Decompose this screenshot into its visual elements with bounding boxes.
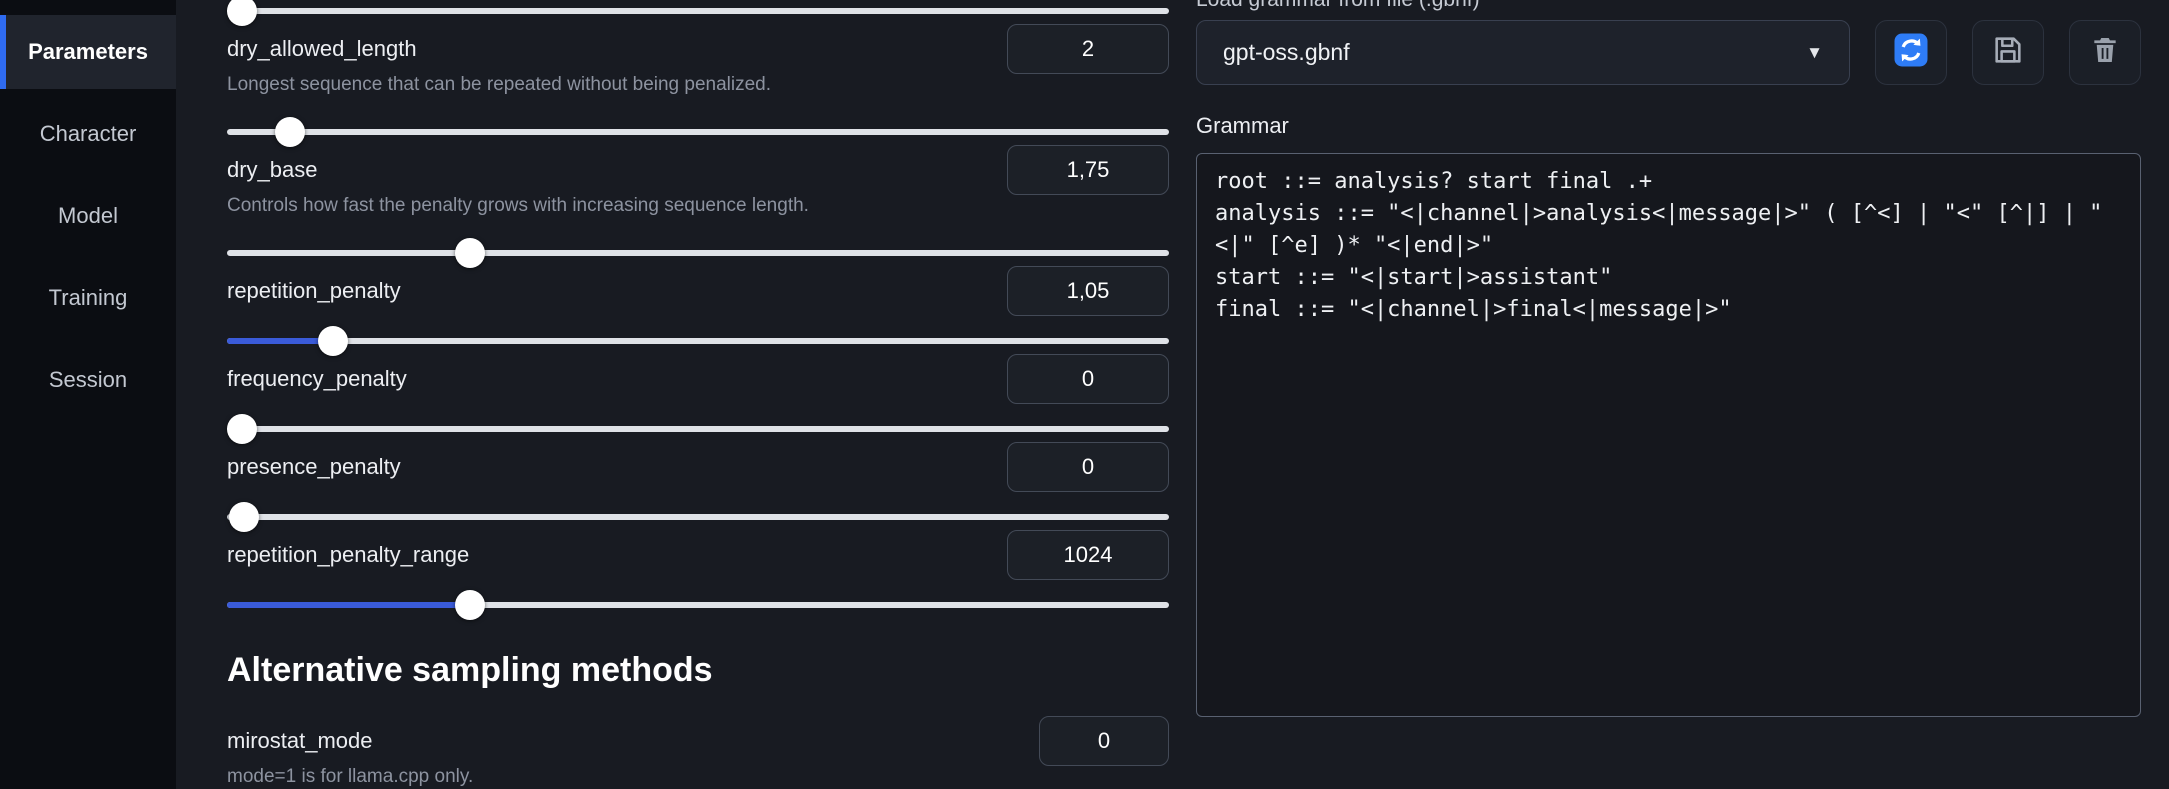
- param-label: frequency_penalty: [227, 366, 407, 392]
- param-label: repetition_penalty_range: [227, 542, 469, 568]
- sidebar-item-label: Session: [49, 367, 127, 393]
- param-presence-penalty: presence_penalty: [227, 442, 1169, 532]
- presence-penalty-input[interactable]: [1007, 442, 1169, 492]
- sidebar-item-session[interactable]: Session: [0, 343, 176, 417]
- sidebar-item-model[interactable]: Model: [0, 179, 176, 253]
- app-window: Parameters Character Model Training Sess…: [0, 0, 2169, 789]
- dry-base-input[interactable]: [1007, 145, 1169, 195]
- save-grammar-button[interactable]: [1972, 20, 2044, 85]
- frequency-penalty-input[interactable]: [1007, 354, 1169, 404]
- repetition-penalty-range-input[interactable]: [1007, 530, 1169, 580]
- sidebar-item-label: Parameters: [28, 39, 148, 65]
- save-icon: [1991, 33, 2025, 72]
- parameters-column: dry_allowed_length Longest sequence that…: [227, 0, 1169, 789]
- param-frequency-penalty: frequency_penalty: [227, 354, 1169, 444]
- grammar-file-selected-value: gpt-oss.gbnf: [1223, 39, 1350, 66]
- mirostat-mode-input[interactable]: [1039, 716, 1169, 766]
- repetition-penalty-slider[interactable]: [227, 326, 1169, 356]
- frequency-penalty-slider[interactable]: [227, 414, 1169, 444]
- chevron-down-icon: ▼: [1806, 43, 1823, 63]
- grammar-file-select[interactable]: gpt-oss.gbnf ▼: [1196, 20, 1850, 85]
- trash-icon: [2089, 34, 2121, 71]
- delete-grammar-button[interactable]: [2069, 20, 2141, 85]
- sidebar-item-label: Training: [49, 285, 128, 311]
- param-label: presence_penalty: [227, 454, 401, 480]
- dry-allowed-length-input[interactable]: [1007, 24, 1169, 74]
- slider-fill: [227, 338, 333, 344]
- slider-thumb[interactable]: [275, 117, 305, 147]
- slider-track: [227, 338, 1169, 344]
- grammar-file-row: gpt-oss.gbnf ▼: [1196, 20, 2141, 85]
- grammar-column: Load grammar from file (.gbnf) gpt-oss.g…: [1196, 0, 2141, 789]
- slider-track: [227, 250, 1169, 256]
- param-dry-base: dry_base Controls how fast the penalty g…: [227, 145, 1169, 268]
- sidebar-item-label: Model: [58, 203, 118, 229]
- sidebar-item-training[interactable]: Training: [0, 261, 176, 335]
- slider-thumb[interactable]: [455, 590, 485, 620]
- param-repetition-penalty-range: repetition_penalty_range: [227, 530, 1169, 620]
- param-label: dry_allowed_length: [227, 36, 417, 62]
- refresh-icon: [1893, 32, 1929, 73]
- param-repetition-penalty: repetition_penalty: [227, 266, 1169, 356]
- main-content: dry_allowed_length Longest sequence that…: [176, 0, 2169, 789]
- repetition-penalty-input[interactable]: [1007, 266, 1169, 316]
- param-description: Controls how fast the penalty grows with…: [227, 193, 1169, 219]
- slider-track: [227, 8, 1169, 14]
- slider-track: [227, 129, 1169, 135]
- slider-thumb[interactable]: [229, 502, 259, 532]
- sidebar-item-parameters[interactable]: Parameters: [0, 15, 176, 89]
- slider-fill: [227, 602, 470, 608]
- sidebar-item-label: Character: [40, 121, 137, 147]
- param-label: mirostat_mode: [227, 728, 373, 754]
- param-mirostat-mode: mirostat_mode mode=1 is for llama.cpp on…: [227, 716, 1169, 789]
- grammar-file-label: Load grammar from file (.gbnf): [1196, 0, 2141, 12]
- slider-thumb[interactable]: [227, 0, 257, 26]
- param-dry-allowed-length: dry_allowed_length Longest sequence that…: [227, 24, 1169, 147]
- top-partial-slider[interactable]: [227, 0, 1169, 26]
- slider-track: [227, 426, 1169, 432]
- param-description: Longest sequence that can be repeated wi…: [227, 72, 1169, 98]
- param-label: dry_base: [227, 157, 318, 183]
- presence-penalty-slider[interactable]: [227, 502, 1169, 532]
- repetition-penalty-range-slider[interactable]: [227, 590, 1169, 620]
- grammar-textarea[interactable]: root ::= analysis? start final .+ analys…: [1196, 153, 2141, 717]
- slider-track: [227, 514, 1169, 520]
- refresh-grammar-button[interactable]: [1875, 20, 1947, 85]
- dry-base-slider[interactable]: [227, 238, 1169, 268]
- sidebar-item-character[interactable]: Character: [0, 97, 176, 171]
- alternative-sampling-heading: Alternative sampling methods: [227, 651, 1169, 690]
- param-label: repetition_penalty: [227, 278, 401, 304]
- slider-thumb[interactable]: [455, 238, 485, 268]
- param-description: mode=1 is for llama.cpp only.: [227, 764, 1169, 789]
- slider-thumb[interactable]: [227, 414, 257, 444]
- slider-thumb[interactable]: [318, 326, 348, 356]
- grammar-section-label: Grammar: [1196, 113, 2141, 139]
- sidebar: Parameters Character Model Training Sess…: [0, 0, 176, 789]
- dry-allowed-length-slider[interactable]: [227, 117, 1169, 147]
